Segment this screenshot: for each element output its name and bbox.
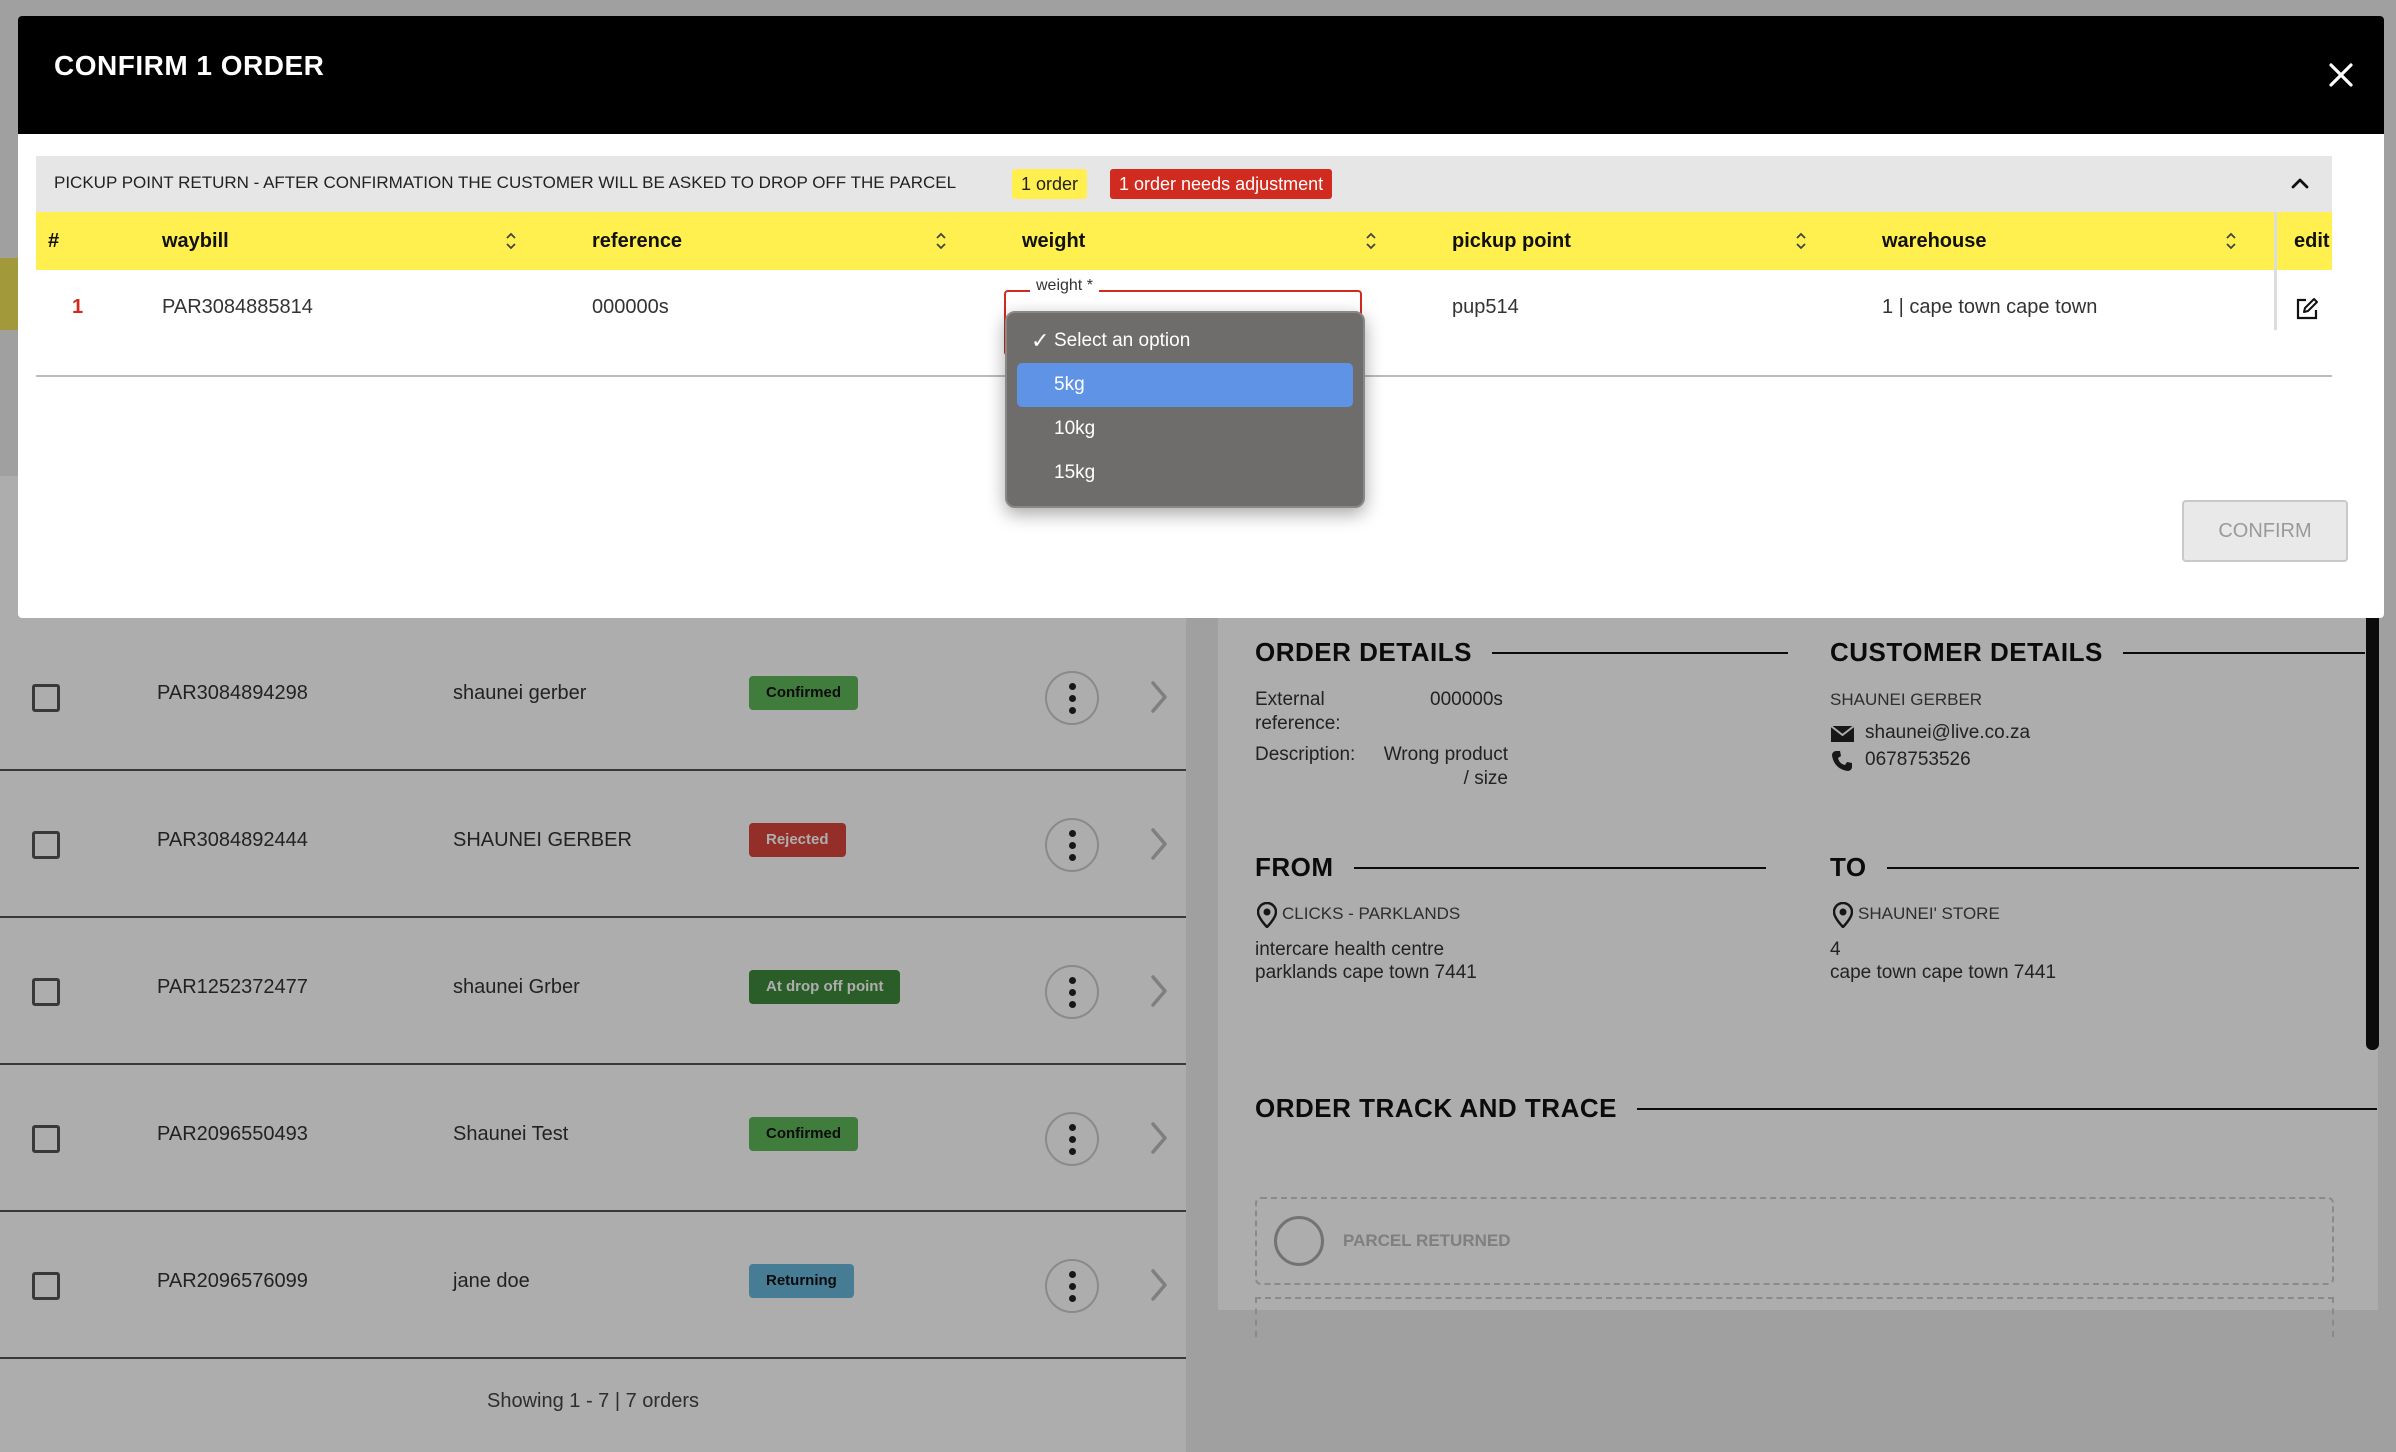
- column-header-edit: edit: [2294, 230, 2330, 252]
- column-header-num: #: [48, 230, 60, 252]
- confirm-button[interactable]: CONFIRM: [2182, 500, 2348, 562]
- close-icon[interactable]: [2326, 60, 2356, 90]
- row-pickup-point: pup514: [1452, 296, 1519, 318]
- sort-icon[interactable]: [1365, 231, 1377, 251]
- chevron-up-icon[interactable]: [2288, 172, 2312, 196]
- column-header-waybill[interactable]: waybill: [162, 230, 229, 253]
- column-header-reference[interactable]: reference: [592, 230, 682, 253]
- weight-option[interactable]: ✓ Select an option: [1017, 319, 1353, 363]
- row-waybill: PAR3084885814: [162, 296, 313, 318]
- column-header-warehouse[interactable]: warehouse: [1882, 230, 1986, 253]
- modal-title: CONFIRM 1 ORDER: [54, 50, 325, 81]
- weight-option[interactable]: 10kg: [1017, 407, 1353, 451]
- row-reference: 000000s: [592, 296, 669, 318]
- edit-icon[interactable]: [2294, 296, 2320, 322]
- order-count-badge: 1 order: [1012, 169, 1088, 199]
- edit-column-divider: [2274, 212, 2277, 330]
- group-title: Pickup point return - after confirmation…: [54, 173, 957, 192]
- sort-icon[interactable]: [2225, 231, 2237, 251]
- weight-option[interactable]: 15kg: [1017, 451, 1353, 495]
- row-number: 1: [72, 296, 84, 318]
- weight-options-dropdown: ✓ Select an option 5kg 10kg 15kg: [1005, 311, 1365, 508]
- weight-field-label: weight *: [1030, 277, 1099, 295]
- order-table-header: # waybill reference weight pickup point …: [36, 212, 2332, 330]
- row-warehouse: 1 | cape town cape town: [1882, 296, 2098, 318]
- order-group-header: Pickup point return - after confirmation…: [36, 156, 2332, 212]
- column-header-weight[interactable]: weight: [1022, 230, 1085, 253]
- sort-icon[interactable]: [1795, 231, 1807, 251]
- needs-adjustment-badge: 1 order needs adjustment: [1110, 169, 1333, 199]
- weight-option[interactable]: 5kg: [1017, 363, 1353, 407]
- checkmark-icon: ✓: [1031, 328, 1050, 353]
- sort-icon[interactable]: [935, 231, 947, 251]
- sort-icon[interactable]: [505, 231, 517, 251]
- column-header-pickup-point[interactable]: pickup point: [1452, 230, 1571, 253]
- modal-header: CONFIRM 1 ORDER: [18, 16, 2384, 134]
